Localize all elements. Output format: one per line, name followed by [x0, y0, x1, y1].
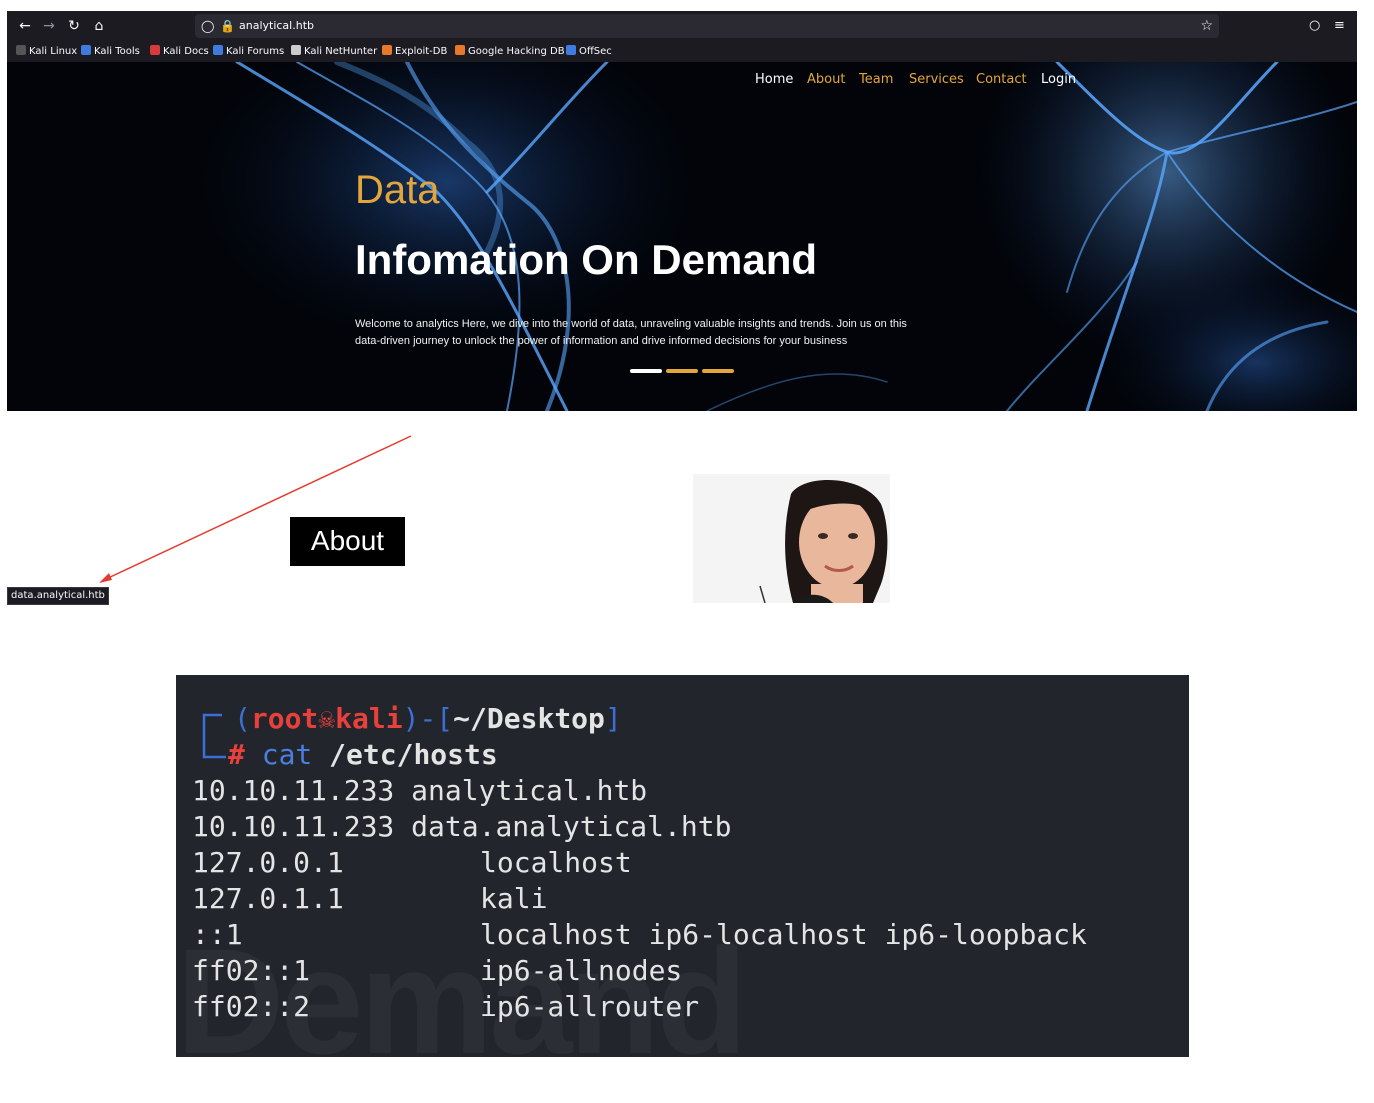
hosts-line: ff02::1 ip6-allnodes	[192, 953, 682, 989]
hosts-line: ::1 localhost ip6-localhost ip6-loopback	[192, 917, 1087, 953]
hosts-name: localhost	[480, 846, 632, 879]
terminal-prompt: (root☠kali)-[~/Desktop]	[234, 702, 622, 735]
about-heading: About	[290, 517, 405, 566]
hosts-name: analytical.htb	[411, 774, 648, 807]
hosts-line: 10.10.11.233 data.analytical.htb	[192, 809, 731, 845]
hosts-ip: ::1	[192, 918, 243, 951]
hosts-line: 127.0.0.1 localhost	[192, 845, 632, 881]
hosts-ip: 127.0.0.1	[192, 846, 344, 879]
portrait-image	[693, 474, 890, 603]
hosts-name: localhost ip6-localhost ip6-loopback	[480, 918, 1087, 951]
hosts-ip: 10.10.11.233	[192, 810, 395, 843]
terminal-command-line: # cat /etc/hosts	[228, 738, 498, 771]
prompt-user: root	[250, 702, 319, 735]
hosts-ip: 10.10.11.233	[192, 774, 395, 807]
hosts-line: 10.10.11.233 analytical.htb	[192, 773, 647, 809]
terminal-argument: /etc/hosts	[329, 738, 498, 771]
prompt-dir: ~/Desktop	[453, 702, 605, 735]
hosts-ip: ff02::2	[192, 990, 311, 1023]
link-status-tooltip: data.analytical.htb	[7, 587, 109, 605]
team-member-photo	[693, 474, 890, 603]
skull-icon: ☠	[318, 702, 336, 735]
hosts-name: ip6-allrouter	[480, 990, 700, 1023]
hosts-ip: ff02::1	[192, 954, 311, 987]
prompt-host: kali	[335, 702, 403, 735]
terminal-window: Demand (root☠kali)-[~/Desktop] # cat /et…	[176, 675, 1189, 1057]
hosts-name: ip6-allnodes	[480, 954, 683, 987]
hosts-line: 127.0.1.1 kali	[192, 881, 547, 917]
hosts-name: data.analytical.htb	[411, 810, 732, 843]
hosts-line: ff02::2 ip6-allrouter	[192, 989, 699, 1025]
terminal-command: cat	[261, 738, 313, 771]
hosts-name: kali	[480, 882, 548, 915]
hosts-ip: 127.0.1.1	[192, 882, 344, 915]
